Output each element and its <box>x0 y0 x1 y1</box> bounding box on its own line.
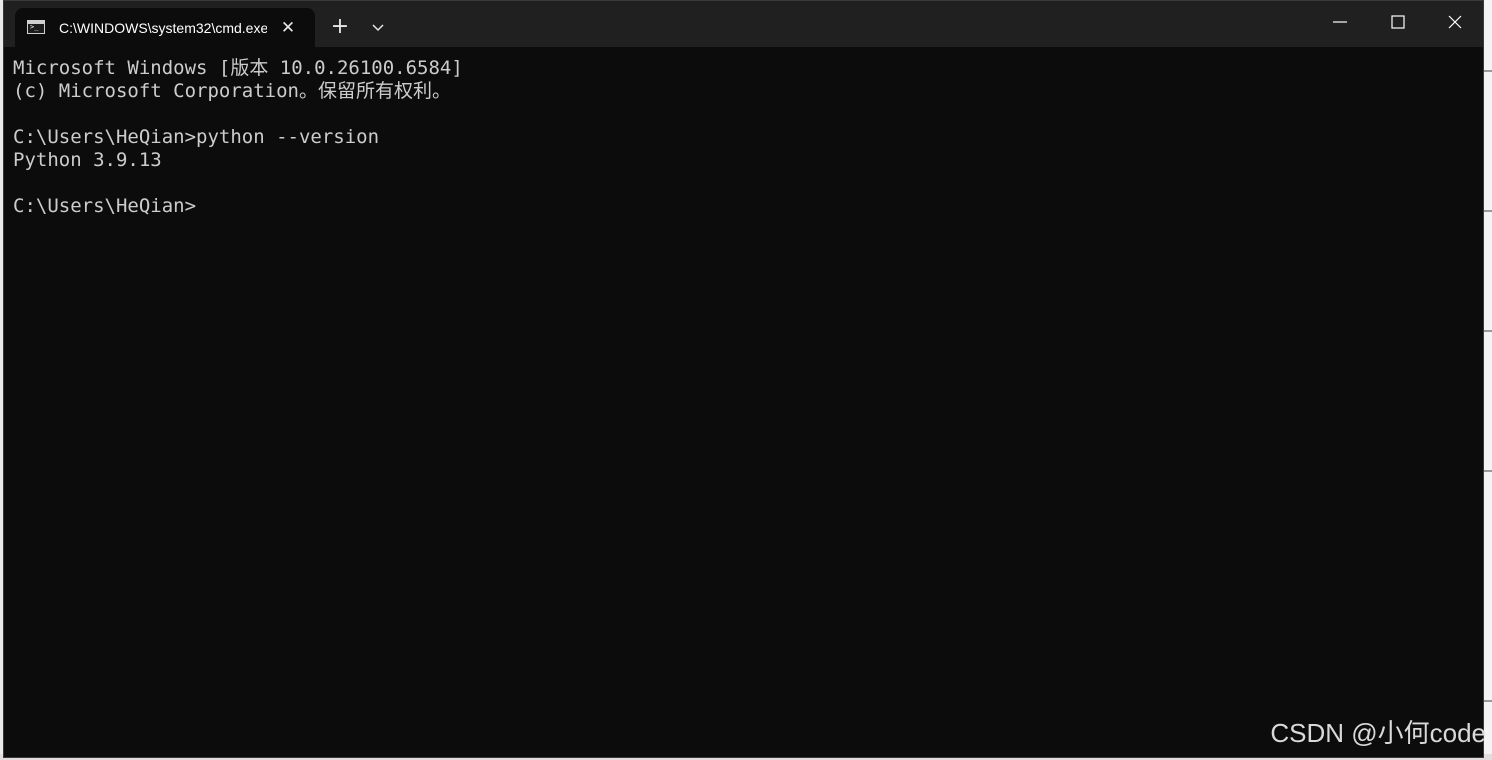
cmd-window: C:\WINDOWS\system32\cmd.exe ✕ + M <box>3 0 1484 758</box>
terminal-prompt[interactable]: C:\Users\HeQian> <box>13 195 1473 218</box>
terminal-output[interactable]: Microsoft Windows [版本 10.0.26100.6584] (… <box>13 57 1473 747</box>
maximize-button[interactable] <box>1369 1 1427 41</box>
background-mark <box>1484 700 1492 702</box>
watermark: CSDN @小何code <box>1270 718 1486 748</box>
console-icon <box>27 20 45 34</box>
tab-title: C:\WINDOWS\system32\cmd.exe <box>59 20 267 36</box>
background-mark <box>1484 330 1492 332</box>
minimize-button[interactable] <box>1311 1 1369 41</box>
terminal-tab[interactable]: C:\WINDOWS\system32\cmd.exe ✕ <box>15 8 315 47</box>
background-mark <box>1484 210 1492 212</box>
background-mark <box>1484 70 1492 72</box>
terminal-line: Python 3.9.13 <box>13 149 162 171</box>
title-bar[interactable]: C:\WINDOWS\system32\cmd.exe ✕ + <box>4 1 1483 47</box>
background-mark <box>1484 470 1492 472</box>
close-button[interactable] <box>1426 1 1483 41</box>
terminal-line: (c) Microsoft Corporation。保留所有权利。 <box>13 80 451 102</box>
new-tab-button[interactable]: + <box>324 13 356 43</box>
maximize-icon <box>1391 15 1405 29</box>
tab-close-icon[interactable]: ✕ <box>277 17 299 39</box>
terminal-line: C:\Users\HeQian>python --version <box>13 126 380 148</box>
tab-dropdown-button[interactable] <box>364 13 392 43</box>
minimize-icon <box>1333 21 1347 23</box>
terminal-line: Microsoft Windows [版本 10.0.26100.6584] <box>13 57 463 79</box>
chevron-down-icon <box>372 24 384 32</box>
close-icon <box>1448 15 1462 29</box>
